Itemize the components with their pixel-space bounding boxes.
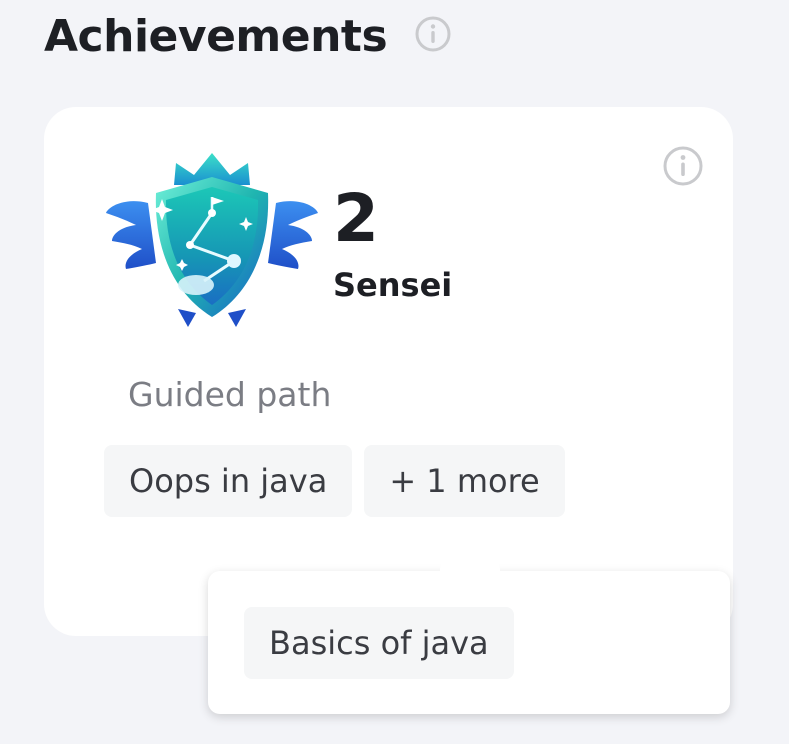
more-chips-button[interactable]: + 1 more <box>364 445 565 517</box>
guided-path-chips: Oops in java + 1 more <box>104 445 565 517</box>
rank-name: Sensei <box>333 266 453 304</box>
more-paths-popover: Basics of java <box>208 561 730 714</box>
popover-arrow <box>440 561 500 577</box>
achievements-header: Achievements <box>44 10 451 64</box>
path-chip[interactable]: Basics of java <box>244 607 514 679</box>
shield-badge-icon <box>104 151 320 331</box>
info-icon[interactable] <box>663 146 703 186</box>
section-title: Achievements <box>44 11 388 62</box>
rank-number: 2 <box>333 180 379 257</box>
info-icon[interactable] <box>415 16 451 52</box>
path-chip[interactable]: Oops in java <box>104 445 353 517</box>
achievement-card: 2 Sensei Guided path Oops in java + 1 mo… <box>44 107 733 636</box>
guided-path-label: Guided path <box>128 375 332 414</box>
